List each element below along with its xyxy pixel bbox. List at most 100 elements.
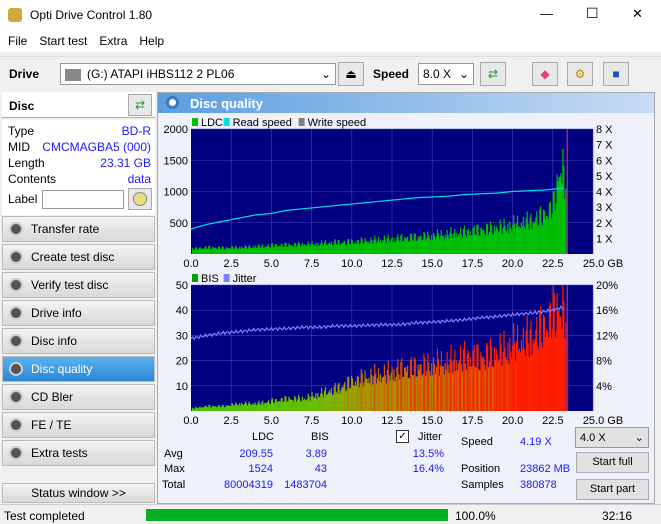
y-tick-label: 20 — [176, 356, 188, 368]
disc-contents-value: data — [127, 172, 151, 186]
speed-select[interactable]: 8.0 X ⌄ — [418, 63, 474, 85]
menu-bar: File Start test Extra Help — [0, 30, 661, 52]
label-disc-button[interactable] — [128, 188, 152, 210]
bis-header: BIS — [311, 431, 329, 443]
save-button[interactable]: ■ — [603, 62, 629, 86]
panel-header: Disc quality — [158, 93, 654, 113]
disc-refresh-button[interactable]: ⇄ — [128, 94, 152, 116]
drive-select[interactable]: (G:) ATAPI iHBS112 2 PL06 ⌄ — [60, 63, 336, 85]
start-part-button[interactable]: Start part — [576, 479, 649, 500]
drive-icon — [65, 68, 81, 81]
erase-button[interactable]: ◆ — [532, 62, 558, 86]
nav-label: Disc info — [31, 334, 78, 348]
nav-disc-icon — [9, 306, 23, 320]
y2-tick-label: 8% — [596, 356, 612, 368]
y2-tick-label: 4% — [596, 381, 612, 393]
status-text: Test completed — [4, 509, 85, 523]
y-tick-label: 2000 — [164, 124, 188, 136]
label-input[interactable] — [42, 190, 124, 209]
disc-length-value: 23.31 GB — [100, 156, 151, 170]
x-tick-label: 25.0 GB — [583, 415, 623, 427]
eject-icon: ⏏ — [345, 67, 357, 81]
nav-disc-info[interactable]: Disc info — [2, 328, 155, 354]
legend-label: BIS — [201, 273, 219, 285]
legend-swatch — [192, 274, 198, 282]
x-tick-label: 2.5 — [224, 258, 239, 270]
disc-type-label: Type — [8, 124, 35, 138]
disc-quality-icon — [166, 96, 179, 109]
disc-contents-label: Contents — [8, 172, 57, 186]
nav-fe-te[interactable]: FE / TE — [2, 412, 155, 438]
nav-label: Drive info — [31, 306, 82, 320]
eject-button[interactable]: ⏏ — [338, 62, 364, 86]
total-bis: 1483704 — [284, 479, 327, 491]
start-full-button[interactable]: Start full — [576, 452, 649, 473]
minimize-button[interactable]: — — [540, 6, 553, 21]
close-button[interactable]: ✕ — [632, 6, 643, 22]
nav-disc-icon — [9, 390, 23, 404]
nav-transfer-rate[interactable]: Transfer rate — [2, 216, 155, 242]
progress-fill — [146, 509, 448, 521]
x-tick-label: 20.0 — [502, 415, 523, 427]
ldc-header: LDC — [252, 431, 275, 443]
nav-disc-icon — [9, 334, 23, 348]
legend-swatch — [298, 118, 305, 126]
status-bar: Test completed 100.0% 32:16 — [0, 504, 661, 524]
legend-label: LDC — [201, 117, 223, 129]
settings-button[interactable]: ⚙ — [567, 62, 593, 86]
max-jitter: 16.4% — [412, 463, 444, 475]
disc-type-value: BD-R — [121, 124, 151, 138]
nav-disc-icon — [9, 250, 23, 264]
nav-label: Create test disc — [31, 250, 115, 264]
speed-label: Speed — [373, 67, 410, 81]
nav-drive-info[interactable]: Drive info — [2, 300, 155, 326]
legend-swatch — [223, 118, 230, 126]
test-speed-select[interactable]: 4.0 X ⌄ — [575, 427, 649, 448]
app-icon — [8, 8, 22, 22]
gears-icon: ⚙ — [574, 67, 586, 81]
y-tick-label: 30 — [176, 330, 188, 342]
refresh-button[interactable]: ⇄ — [480, 62, 506, 86]
drive-label: Drive — [9, 67, 40, 81]
x-tick-label: 22.5 — [542, 415, 563, 427]
total-ldc: 80004319 — [224, 479, 273, 491]
y2-tick-label: 7 X — [596, 140, 613, 152]
x-tick-label: 12.5 — [381, 258, 402, 270]
legend-label: Read speed — [233, 117, 292, 129]
nav-disc-quality[interactable]: Disc quality — [2, 356, 155, 382]
y-tick-label: 10 — [176, 381, 188, 393]
x-tick-label: 0.0 — [183, 415, 198, 427]
chevron-down-icon: ⌄ — [320, 67, 331, 81]
elapsed-time: 32:16 — [602, 509, 633, 523]
test-speed-value: 4.0 X — [580, 432, 606, 444]
speed-value: 4.19 X — [520, 436, 552, 448]
nav-extra-tests[interactable]: Extra tests — [2, 440, 155, 466]
x-tick-label: 15.0 — [421, 258, 442, 270]
menu-file[interactable]: File — [8, 34, 27, 48]
y2-tick-label: 12% — [596, 330, 618, 342]
sidebar: Disc ⇄ Type BD-R MID CMCMAGBA5 (000) Length 2… — [0, 92, 156, 504]
menu-extra[interactable]: Extra — [99, 34, 127, 48]
maximize-button[interactable]: ☐ — [586, 5, 599, 22]
y2-tick-label: 20% — [596, 280, 618, 292]
samples-label: Samples — [461, 479, 504, 491]
jitter-checkbox[interactable]: ✓ — [396, 430, 409, 443]
disc-title: Disc — [9, 99, 35, 113]
nav-create-test-disc[interactable]: Create test disc — [2, 244, 155, 270]
x-tick-label: 7.5 — [304, 258, 319, 270]
nav-verify-test-disc[interactable]: Verify test disc — [2, 272, 155, 298]
menu-help[interactable]: Help — [139, 34, 164, 48]
nav-disc-icon — [9, 446, 23, 460]
menu-start-test[interactable]: Start test — [39, 34, 87, 48]
x-tick-label: 17.5 — [462, 415, 483, 427]
progress-bar — [146, 509, 448, 521]
stats-area: LDC BIS Avg 209.55 3.89 Max 1524 43 Tota… — [158, 427, 654, 503]
chevron-down-icon: ⌄ — [634, 432, 644, 444]
nav-cd-bler[interactable]: CD Bler — [2, 384, 155, 410]
label-label: Label — [8, 192, 38, 206]
nav-label: Disc quality — [31, 362, 93, 376]
nav-disc-icon — [9, 418, 23, 432]
status-window-button[interactable]: Status window >> — [2, 483, 155, 503]
avg-ldc: 209.55 — [239, 448, 273, 460]
window-title: Opti Drive Control 1.80 — [30, 8, 153, 22]
